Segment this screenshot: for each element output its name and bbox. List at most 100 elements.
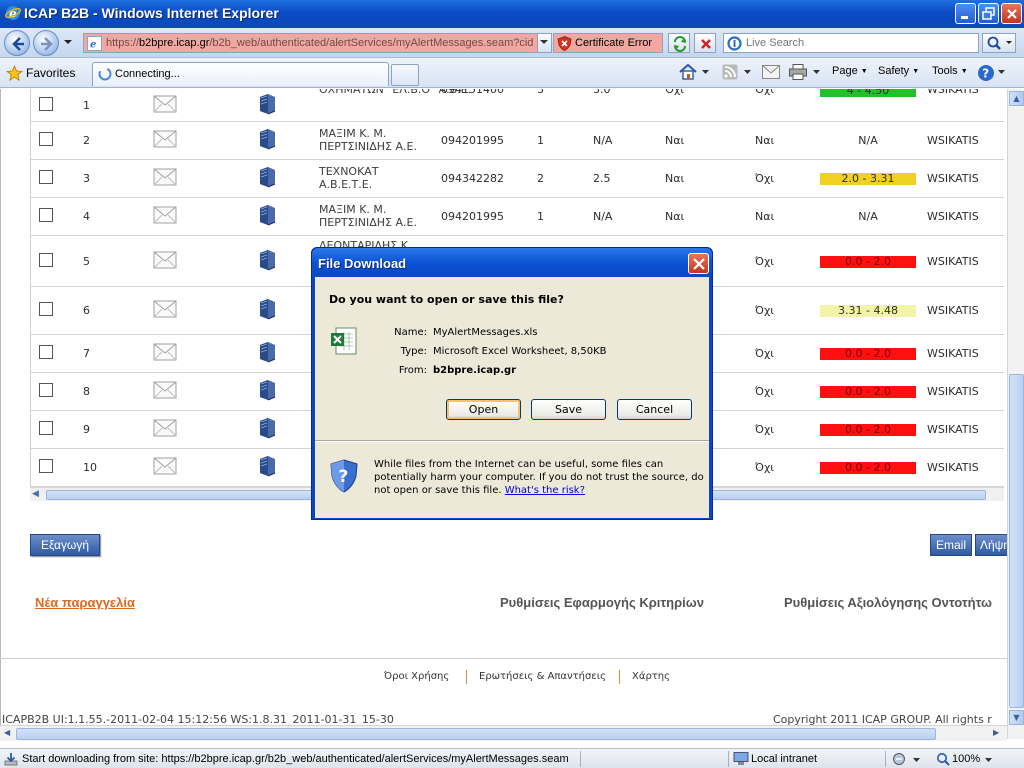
row-checkbox[interactable] [39,345,53,359]
stop-button[interactable] [694,33,716,53]
name-label: Name: [394,327,427,338]
help-dropdown-chevron-icon[interactable] [998,70,1005,75]
table-row[interactable]: 2 ΜΑΞΙΜ Κ. Μ. ΠΕΡΤΣΙΝΙΔΗΣ Α.Ε. 094201995 1 N/… [31,122,1004,160]
scroll-up-arrow-icon[interactable]: ▲ [1009,91,1024,106]
message-envelope-icon[interactable] [153,206,177,227]
page-scroll-left-arrow-icon[interactable]: ◀ [4,728,10,737]
zoom-level[interactable]: 100% [952,753,980,765]
safety-menu[interactable]: Safety ▼ [878,65,919,77]
company-report-icon[interactable] [257,128,277,153]
download-button[interactable]: Λήψη [975,534,1007,556]
protected-mode-chevron-icon[interactable] [913,758,920,763]
svg-text:?: ? [982,67,989,81]
certificate-error-button[interactable]: Certificate Error [553,33,663,53]
search-box[interactable] [723,33,979,53]
page-scroll-right-arrow-icon[interactable]: ▶ [993,728,999,737]
message-envelope-icon[interactable] [153,381,177,402]
feeds-icon[interactable] [722,64,739,80]
page-hscroll-thumb[interactable] [16,728,936,740]
dialog-title-bar[interactable]: File Download [312,248,712,277]
row-checkbox[interactable] [39,97,53,111]
url-field[interactable]: e https://b2bpre.icap.gr/b2b_web/authent… [83,33,552,53]
row-checkbox[interactable] [39,208,53,222]
print-icon[interactable] [789,64,807,80]
window-title-bar[interactable]: e ICAP B2B - Windows Internet Explorer [0,0,1024,28]
message-envelope-icon[interactable] [153,457,177,478]
whats-the-risk-link[interactable]: What's the risk? [505,485,585,496]
company-name[interactable]: ΤΕΧΝΟΚΑΤ Α.Β.Ε.Τ.Ε. [319,165,379,191]
export-button[interactable]: Εξαγωγή [30,534,100,556]
row-checkbox[interactable] [39,459,53,473]
back-button[interactable] [4,30,30,56]
company-report-icon[interactable] [257,249,277,274]
company-name-line2: Α.Β.Ε.Τ.Ε. [319,178,373,191]
message-envelope-icon[interactable] [153,168,177,189]
company-report-icon[interactable] [257,93,277,118]
page-horizontal-scrollbar[interactable]: ◀ ▶ [0,725,1007,741]
new-tab-button[interactable] [391,64,419,86]
print-dropdown-chevron-icon[interactable] [813,70,820,75]
company-report-icon[interactable] [257,204,277,229]
feeds-dropdown-chevron-icon[interactable] [744,70,751,75]
url-dropdown-button[interactable] [537,34,551,52]
zoom-chevron-icon[interactable] [985,758,992,763]
minimize-button[interactable] [955,3,976,24]
forward-button[interactable] [33,30,59,56]
scroll-down-arrow-icon[interactable]: ▼ [1009,710,1024,725]
criteria-settings-link[interactable]: Ρυθμίσεις Εφαρμογής Κριτηρίων [500,595,704,610]
row-checkbox[interactable] [39,132,53,146]
table-row[interactable]: 3 ΤΕΧΝΟΚΑΤ Α.Β.Ε.Τ.Ε. 094342282 2 2.5 Ναι Όχι 2.… [31,160,1004,198]
company-report-icon[interactable] [257,166,277,191]
save-button[interactable]: Save [531,399,606,420]
home-dropdown-chevron-icon[interactable] [702,70,709,75]
row-checkbox[interactable] [39,253,53,267]
sitemap-link[interactable]: Χάρτης [632,671,670,682]
page-scroll-thumb[interactable] [1009,374,1024,708]
page-menu[interactable]: Page ▼ [832,65,868,77]
refresh-button[interactable] [668,33,690,53]
protected-mode-icon[interactable] [892,752,908,766]
username: WSIKATIS [927,304,979,317]
recent-pages-chevron-icon[interactable] [63,37,73,47]
page-vertical-scrollbar[interactable]: ▲ ▼ [1007,89,1024,739]
search-button[interactable] [982,33,1016,53]
company-report-icon[interactable] [257,455,277,480]
open-button[interactable]: Open [446,399,521,420]
home-icon[interactable] [678,63,698,81]
row-checkbox[interactable] [39,383,53,397]
tools-menu[interactable]: Tools ▼ [932,65,968,77]
restore-button[interactable] [978,3,999,24]
message-envelope-icon[interactable] [153,300,177,321]
table-row[interactable]: 1 ΟΧΗΜΑΤΩΝ "ΕΛ.Β.Ο" Α.Β.Ε. 094151400 3 3.0 Όχ… [31,89,1004,122]
company-name-line1: ΜΑΞΙΜ Κ. Μ. [319,203,387,216]
terms-link[interactable]: Όροι Χρήσης [384,671,449,682]
cancel-button[interactable]: Cancel [617,399,692,420]
new-order-link[interactable]: Νέα παραγγελία [35,595,135,610]
row-checkbox[interactable] [39,421,53,435]
company-name[interactable]: ΜΑΞΙΜ Κ. Μ. ΠΕΡΤΣΙΝΙΔΗΣ Α.Ε. [319,127,417,153]
company-report-icon[interactable] [257,341,277,366]
company-name[interactable]: ΜΑΞΙΜ Κ. Μ. ΠΕΡΤΣΙΝΙΔΗΣ Α.Ε. [319,203,417,229]
scroll-left-arrow-icon[interactable]: ◀ [32,489,39,499]
message-envelope-icon[interactable] [153,251,177,272]
row-checkbox[interactable] [39,170,53,184]
company-report-icon[interactable] [257,417,277,442]
search-input[interactable] [744,35,974,51]
email-button[interactable]: Email [930,534,972,556]
shield-error-icon [557,36,572,51]
message-envelope-icon[interactable] [153,419,177,440]
faq-link[interactable]: Ερωτήσεις & Απαντήσεις [479,671,606,682]
rating-settings-link[interactable]: Ρυθμίσεις Αξιολόγησης Οντοτήτω [784,595,992,610]
mail-icon[interactable] [762,65,780,79]
row-checkbox[interactable] [39,302,53,316]
company-report-icon[interactable] [257,298,277,323]
message-envelope-icon[interactable] [153,343,177,364]
help-icon[interactable]: ? [977,64,995,82]
dialog-close-button[interactable] [688,253,709,274]
table-row[interactable]: 4 ΜΑΞΙΜ Κ. Μ. ΠΕΡΤΣΙΝΙΔΗΣ Α.Ε. 094201995 1 N/… [31,198,1004,236]
company-report-icon[interactable] [257,379,277,404]
close-window-button[interactable] [1001,3,1022,24]
message-envelope-icon[interactable] [153,130,177,151]
message-envelope-icon[interactable] [153,95,177,116]
browser-tab[interactable]: Connecting... [92,62,389,86]
